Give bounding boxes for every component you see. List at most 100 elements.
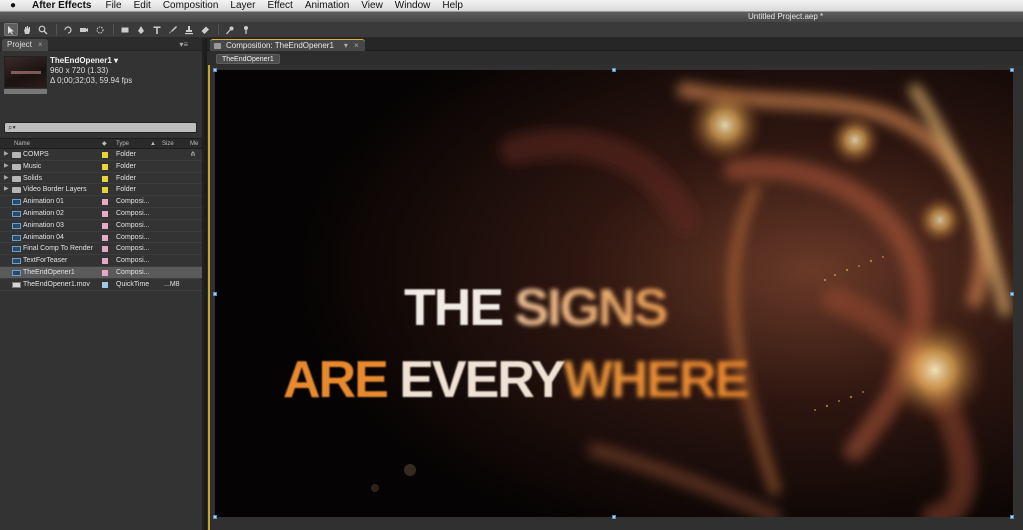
project-row-video-border-layers[interactable]: ▶ Video Border Layers Folder	[0, 184, 202, 197]
expand-arrow-icon[interactable]: ▶	[4, 161, 9, 173]
bounding-box-handle[interactable]	[1010, 292, 1014, 296]
project-row-animation-02[interactable]: Animation 02 Composi...	[0, 208, 202, 220]
item-thumbnail	[4, 56, 47, 88]
rotation-tool-icon[interactable]	[61, 23, 75, 36]
label-color-swatch[interactable]	[102, 199, 108, 206]
type-tool-icon[interactable]	[150, 23, 164, 36]
selection-tool-icon[interactable]	[4, 23, 18, 36]
column-name[interactable]: Name	[14, 139, 30, 149]
apple-icon[interactable]: ●	[0, 0, 26, 12]
label-color-swatch[interactable]	[102, 246, 108, 253]
pen-tool-icon[interactable]	[134, 23, 148, 36]
label-color-swatch[interactable]	[102, 163, 108, 170]
label-color-swatch[interactable]	[102, 210, 108, 217]
project-row-animation-04[interactable]: Animation 04 Composi...	[0, 232, 202, 244]
hand-tool-icon[interactable]	[20, 23, 34, 36]
menu-file[interactable]: File	[99, 0, 127, 12]
label-color-swatch[interactable]	[102, 281, 108, 288]
item-info-name[interactable]: TheEndOpener1 ▾	[50, 56, 132, 66]
item-name: TheEndOpener1	[23, 268, 75, 276]
expand-arrow-icon[interactable]: ▶	[4, 184, 9, 196]
project-row-animation-03[interactable]: Animation 03 Composi...	[0, 220, 202, 232]
project-row-comps[interactable]: ▶ COMPS Folder ⋔	[0, 149, 202, 161]
project-row-theendopener1[interactable]: TheEndOpener1 Composi...	[0, 266, 202, 279]
column-size[interactable]: Size	[162, 139, 174, 149]
menu-layer[interactable]: Layer	[224, 0, 261, 12]
tab-project-label: Project	[7, 40, 32, 49]
tab-project[interactable]: Project ×	[2, 39, 48, 51]
close-icon[interactable]: ×	[38, 40, 43, 49]
composition-navigator-breadcrumb[interactable]: TheEndOpener1	[216, 54, 280, 64]
bounding-box-handle[interactable]	[612, 68, 616, 72]
window-titlebar: Untitled Project.aep *	[0, 12, 1023, 22]
title-line-2-white: EVERY	[399, 351, 565, 409]
rectangle-tool-icon[interactable]	[118, 23, 132, 36]
label-color-swatch[interactable]	[102, 234, 108, 241]
toolbar-divider	[56, 24, 57, 35]
tab-composition[interactable]: Composition: TheEndOpener1 ▾ ×	[210, 39, 365, 51]
app-menu[interactable]: After Effects	[26, 0, 99, 11]
bounding-box-handle[interactable]	[213, 292, 217, 296]
composition-viewer[interactable]: THE SIGNS ARE EVERYWHERE	[215, 70, 1013, 517]
expand-arrow-icon[interactable]: ▶	[4, 173, 9, 185]
bounding-box-handle[interactable]	[1010, 515, 1014, 519]
item-name: Music	[23, 162, 42, 170]
project-row-textforteaser[interactable]: TextForTeaser Composi...	[0, 255, 202, 267]
lock-icon[interactable]	[214, 43, 221, 49]
close-icon[interactable]: ×	[354, 41, 359, 50]
menu-view[interactable]: View	[355, 0, 389, 12]
label-color-swatch[interactable]	[102, 269, 108, 276]
menu-edit[interactable]: Edit	[128, 0, 157, 12]
project-row-theendopener1-mov[interactable]: TheEndOpener1.mov QuickTime ...M8	[0, 279, 202, 291]
menu-window[interactable]: Window	[389, 0, 437, 12]
expand-arrow-icon[interactable]: ▶	[4, 149, 9, 161]
project-row-animation-01[interactable]: Animation 01 Composi...	[0, 196, 202, 208]
item-name: Animation 02	[23, 209, 64, 217]
after-effects-window: ● After Effects File Edit Composition La…	[0, 0, 1023, 530]
item-type: QuickTime	[116, 280, 150, 288]
item-info-duration: Δ 0;00;32;03, 59.94 fps	[50, 76, 133, 85]
zoom-tool-icon[interactable]	[36, 23, 50, 36]
pan-behind-tool-icon[interactable]	[93, 23, 107, 36]
column-media[interactable]: Me	[190, 139, 198, 149]
bounding-box-handle[interactable]	[1010, 68, 1014, 72]
menu-effect[interactable]: Effect	[261, 0, 298, 12]
project-row-solids[interactable]: ▶ Solids Folder	[0, 173, 202, 185]
bounding-box-handle[interactable]	[612, 515, 616, 519]
project-row-music[interactable]: ▶ Music Folder	[0, 161, 202, 173]
camera-tool-icon[interactable]	[77, 23, 91, 36]
menu-animation[interactable]: Animation	[299, 0, 355, 12]
roto-brush-tool-icon[interactable]	[223, 23, 237, 36]
column-type[interactable]: Type	[116, 139, 129, 149]
chevron-down-icon[interactable]: ▾	[344, 41, 348, 50]
title-line-2-warm: WHERE	[564, 351, 748, 409]
project-items-list: ▶ COMPS Folder ⋔ ▶ Music Folder ▶ Solids…	[0, 149, 202, 291]
menu-composition[interactable]: Composition	[157, 0, 225, 12]
menu-bar: ● After Effects File Edit Composition La…	[0, 0, 1023, 12]
puppet-pin-tool-icon[interactable]	[239, 23, 253, 36]
brush-tool-icon[interactable]	[166, 23, 180, 36]
bounding-box-handle[interactable]	[213, 515, 217, 519]
composition-icon	[12, 222, 21, 229]
flowchart-icon[interactable]: ⋔	[190, 149, 196, 161]
bounding-box-handle[interactable]	[213, 68, 217, 72]
composition-icon	[12, 210, 21, 217]
item-type: Composi...	[116, 221, 150, 229]
composition-icon	[12, 269, 21, 276]
label-color-swatch[interactable]	[102, 258, 108, 265]
label-color-swatch[interactable]	[102, 175, 108, 182]
item-type: Composi...	[116, 245, 150, 253]
label-color-swatch[interactable]	[102, 222, 108, 229]
panel-menu-icon[interactable]: ▾≡	[179, 40, 188, 49]
label-column-icon[interactable]: ◆	[102, 139, 107, 149]
project-search-input[interactable]: ⌕▾	[4, 122, 197, 133]
item-name: Animation 04	[23, 233, 64, 241]
clone-stamp-tool-icon[interactable]	[182, 23, 196, 36]
project-row-final-comp-to-render[interactable]: Final Comp To Render Composi...	[0, 243, 202, 256]
label-color-swatch[interactable]	[102, 152, 108, 158]
item-type: Composi...	[116, 257, 150, 265]
composition-icon	[12, 246, 21, 253]
eraser-tool-icon[interactable]	[198, 23, 212, 36]
menu-help[interactable]: Help	[436, 0, 469, 12]
label-color-swatch[interactable]	[102, 187, 108, 194]
